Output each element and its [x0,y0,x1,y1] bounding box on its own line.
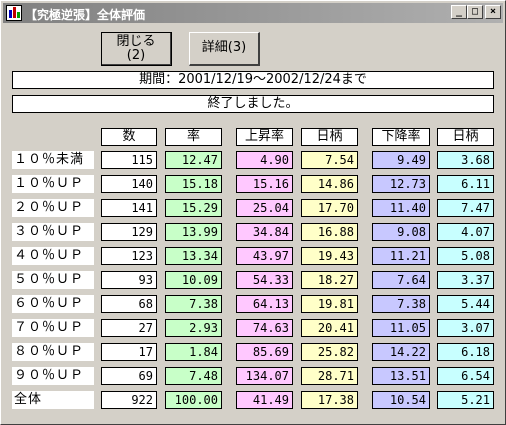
minimize-button[interactable]: _ [451,5,467,19]
up-days-cell: 25.82 [301,343,358,361]
up-days-cell: 17.70 [301,199,358,217]
down-days-cell: 5.44 [437,295,494,313]
period-display: 期間：2001/12/19～2002/12/24まで [12,71,494,89]
count-cell: 141 [101,199,157,217]
up-days-cell: 19.43 [301,247,358,265]
up-days-cell: 20.41 [301,319,358,337]
down-days-cell: 5.08 [437,247,494,265]
header-down-rate: 下降率 [372,128,430,146]
down-days-cell: 6.18 [437,343,494,361]
rate-cell: 13.34 [165,247,222,265]
down-days-cell: 5.21 [437,391,494,409]
header-rate: 率 [165,128,222,146]
down-rate-cell: 7.64 [372,271,430,289]
up-rate-cell: 41.49 [236,391,293,409]
close-button-label: 閉じる [116,34,156,49]
up-rate-cell: 64.13 [236,295,293,313]
rate-cell: 100.00 [165,391,222,409]
rate-cell: 1.84 [165,343,222,361]
up-rate-cell: 54.33 [236,271,293,289]
up-days-cell: 14.86 [301,175,358,193]
down-days-cell: 3.07 [437,319,494,337]
header-up-days: 日柄 [301,128,358,146]
rate-cell: 10.09 [165,271,222,289]
rate-cell: 15.29 [165,199,222,217]
close-window-button[interactable]: × [485,5,501,19]
down-days-cell: 3.68 [437,151,494,169]
evaluation-window: 【究極逆張】全体評価 _ □ × 閉じる (2) 詳細(3) 期間：2001/1… [0,0,506,425]
down-rate-cell: 9.08 [372,223,430,241]
window-title: 【究極逆張】全体評価 [25,8,146,22]
count-cell: 69 [101,367,157,385]
up-rate-cell: 74.63 [236,319,293,337]
rate-cell: 13.99 [165,223,222,241]
down-rate-cell: 14.22 [372,343,430,361]
rate-cell: 2.93 [165,319,222,337]
up-days-cell: 16.88 [301,223,358,241]
up-rate-cell: 15.16 [236,175,293,193]
app-chart-icon[interactable] [6,5,22,21]
header-down-days: 日柄 [437,128,494,146]
up-days-cell: 28.71 [301,367,358,385]
count-cell: 922 [101,391,157,409]
down-rate-cell: 10.54 [372,391,430,409]
rate-cell: 7.48 [165,367,222,385]
count-cell: 27 [101,319,157,337]
close-button-shortcut: (2) [126,48,146,63]
row-label: １０％ＵＰ [12,175,94,193]
down-days-cell: 3.37 [437,271,494,289]
down-rate-cell: 7.38 [372,295,430,313]
row-label: ３０％ＵＰ [12,223,94,241]
up-days-cell: 17.38 [301,391,358,409]
up-rate-cell: 85.69 [236,343,293,361]
row-label: ４０％ＵＰ [12,247,94,265]
row-label: ９０％ＵＰ [12,367,94,385]
down-rate-cell: 11.40 [372,199,430,217]
header-up-rate: 上昇率 [236,128,293,146]
maximize-button[interactable]: □ [467,5,483,19]
up-days-cell: 18.27 [301,271,358,289]
down-days-cell: 6.11 [437,175,494,193]
down-rate-cell: 9.49 [372,151,430,169]
rate-cell: 7.38 [165,295,222,313]
count-cell: 140 [101,175,157,193]
count-cell: 115 [101,151,157,169]
rate-cell: 12.47 [165,151,222,169]
up-days-cell: 19.81 [301,295,358,313]
row-label: ５０％ＵＰ [12,271,94,289]
up-days-cell: 7.54 [301,151,358,169]
up-rate-cell: 43.97 [236,247,293,265]
down-days-cell: 6.54 [437,367,494,385]
down-rate-cell: 11.05 [372,319,430,337]
up-rate-cell: 25.04 [236,199,293,217]
up-rate-cell: 4.90 [236,151,293,169]
close-button[interactable]: 閉じる (2) [101,32,172,66]
rate-cell: 15.18 [165,175,222,193]
title-bar[interactable]: 【究極逆張】全体評価 _ □ × [3,3,503,23]
down-days-cell: 7.47 [437,199,494,217]
count-cell: 93 [101,271,157,289]
down-days-cell: 4.07 [437,223,494,241]
row-label: １０％未満 [12,151,94,169]
down-rate-cell: 12.73 [372,175,430,193]
detail-button[interactable]: 詳細(3) [189,32,260,66]
up-rate-cell: 134.07 [236,367,293,385]
row-label: ７０％ＵＰ [12,319,94,337]
up-rate-cell: 34.84 [236,223,293,241]
row-label: ８０％ＵＰ [12,343,94,361]
row-label: 全体 [12,391,94,409]
count-cell: 123 [101,247,157,265]
count-cell: 129 [101,223,157,241]
count-cell: 68 [101,295,157,313]
status-display: 終了しました。 [12,95,494,113]
header-count: 数 [101,128,157,146]
down-rate-cell: 13.51 [372,367,430,385]
down-rate-cell: 11.21 [372,247,430,265]
count-cell: 17 [101,343,157,361]
row-label: ６０％ＵＰ [12,295,94,313]
row-label: ２０％ＵＰ [12,199,94,217]
